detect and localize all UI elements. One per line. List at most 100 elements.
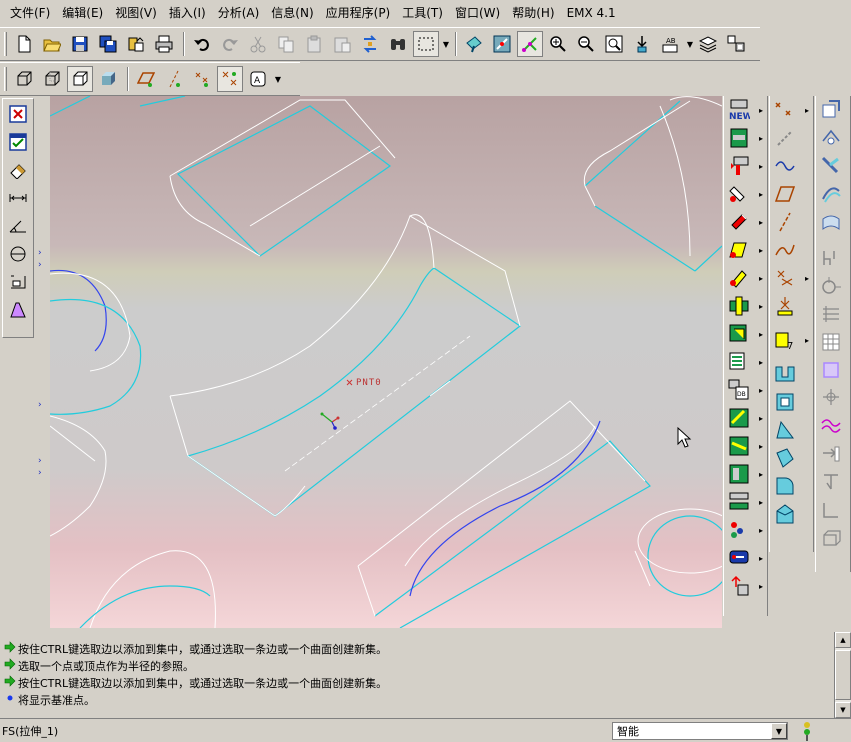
annotation-dropdown-arrow[interactable]: ▼: [273, 66, 283, 92]
chevron-down-icon[interactable]: ▼: [771, 723, 787, 739]
graphics-window[interactable]: PNT0: [50, 96, 722, 628]
copy-surface-tool[interactable]: [816, 524, 850, 552]
datum-point-offset-tool[interactable]: ▸: [770, 264, 813, 292]
edit-hole-tool[interactable]: [770, 360, 813, 388]
menu-help[interactable]: 帮助(H): [506, 0, 560, 26]
helical-sweep-tool[interactable]: ▸: [724, 488, 767, 516]
edit-draft-tool[interactable]: [770, 416, 813, 444]
coordinate-systems-toggle[interactable]: [217, 66, 243, 92]
menu-applications[interactable]: 应用程序(P): [320, 0, 397, 26]
model-tree-button[interactable]: [723, 31, 749, 57]
menu-view[interactable]: 视图(V): [109, 0, 163, 26]
layers-button[interactable]: [695, 31, 721, 57]
edit-rib-tool[interactable]: [770, 500, 813, 528]
sketched-curve-tool[interactable]: [770, 236, 813, 264]
save-copy-button[interactable]: [95, 31, 121, 57]
open-file-button[interactable]: [39, 31, 65, 57]
reorient-button[interactable]: [629, 31, 655, 57]
shading-button[interactable]: [95, 66, 121, 92]
datum-axes-toggle[interactable]: [161, 66, 187, 92]
scroll-thumb[interactable]: [835, 650, 851, 700]
fill-tool[interactable]: [816, 496, 850, 524]
paste-special-button[interactable]: [329, 31, 355, 57]
wrap-tool[interactable]: [816, 468, 850, 496]
datum-plane-tool[interactable]: [770, 180, 813, 208]
regenerate-button[interactable]: [357, 31, 383, 57]
project-tool[interactable]: [816, 440, 850, 468]
chamfer-tool[interactable]: ▸: [724, 208, 767, 236]
measure-distance-button[interactable]: [4, 185, 32, 211]
scroll-up-button[interactable]: ▲: [835, 632, 851, 648]
hole-tool[interactable]: ▸: [724, 152, 767, 180]
new-feature-tool[interactable]: NEW ▸: [724, 96, 767, 124]
surface-grid-tool[interactable]: [816, 328, 850, 356]
round-tool[interactable]: ▸: [724, 180, 767, 208]
trim-tool[interactable]: [816, 124, 850, 152]
udf-tool[interactable]: ▸: [724, 544, 767, 572]
copy-feature-tool[interactable]: DB ▸: [724, 376, 767, 404]
datum-curve-tool[interactable]: [770, 152, 813, 180]
backup-button[interactable]: [123, 31, 149, 57]
menu-analysis[interactable]: 分析(A): [212, 0, 266, 26]
menu-window[interactable]: 窗口(W): [449, 0, 506, 26]
menu-info[interactable]: 信息(N): [265, 0, 319, 26]
redo-button[interactable]: [217, 31, 243, 57]
group-tool[interactable]: ▸: [724, 516, 767, 544]
zoom-in-button[interactable]: [545, 31, 571, 57]
menu-file[interactable]: 文件(F): [4, 0, 56, 26]
toolbar-grip[interactable]: [4, 67, 7, 91]
undo-button[interactable]: [189, 31, 215, 57]
sketch-tool[interactable]: [816, 384, 850, 412]
offset-tool[interactable]: [816, 180, 850, 208]
expand-arrow-icon[interactable]: ›: [38, 456, 42, 466]
expand-arrow-icon[interactable]: ›: [38, 468, 42, 478]
menu-emx[interactable]: EMX 4.1: [561, 0, 622, 26]
selection-dropdown-arrow[interactable]: ▼: [441, 31, 451, 57]
datum-point-tool[interactable]: ▸: [770, 96, 813, 124]
pattern-tool[interactable]: ▸: [724, 320, 767, 348]
expand-arrow-icon[interactable]: ›: [38, 260, 42, 270]
extrude-tool[interactable]: ▸: [724, 124, 767, 152]
datum-points-toggle[interactable]: [189, 66, 215, 92]
repaint-button[interactable]: [461, 31, 487, 57]
menu-edit[interactable]: 编辑(E): [56, 0, 109, 26]
shell-tool[interactable]: ▸: [724, 264, 767, 292]
merge-tool[interactable]: [816, 272, 850, 300]
annotation-display-button[interactable]: A: [245, 66, 271, 92]
saved-views-dropdown-arrow[interactable]: ▼: [685, 31, 695, 57]
find-button[interactable]: [385, 31, 411, 57]
save-button[interactable]: [67, 31, 93, 57]
copy-button[interactable]: [273, 31, 299, 57]
datum-axis-dashed-tool[interactable]: [770, 208, 813, 236]
no-hidden-button[interactable]: [67, 66, 93, 92]
edit-round-tool[interactable]: [770, 444, 813, 472]
scroll-down-button[interactable]: ▼: [835, 702, 851, 718]
analysis-feature-tool[interactable]: 7 ▸: [770, 326, 813, 354]
sweep-tool[interactable]: ▸: [724, 404, 767, 432]
blend-tool[interactable]: ▸: [724, 432, 767, 460]
menu-tools[interactable]: 工具(T): [396, 0, 449, 26]
mirror-tool[interactable]: ▸: [724, 348, 767, 376]
cut-button[interactable]: [245, 31, 271, 57]
boundary-blend-tool[interactable]: [816, 356, 850, 384]
accept-window-button[interactable]: [4, 129, 32, 155]
paste-button[interactable]: [301, 31, 327, 57]
solidify-tool[interactable]: [816, 244, 850, 272]
thicken-tool[interactable]: [816, 208, 850, 236]
print-button[interactable]: [151, 31, 177, 57]
saved-views-button[interactable]: AB: [657, 31, 683, 57]
datum-csys-tool[interactable]: [770, 292, 813, 320]
wireframe-button[interactable]: [11, 66, 37, 92]
expand-arrow-icon[interactable]: ›: [38, 400, 42, 410]
eraser-button[interactable]: [4, 157, 32, 183]
refit-button[interactable]: [601, 31, 627, 57]
measure-angle-button[interactable]: [4, 213, 32, 239]
zoom-out-button[interactable]: [573, 31, 599, 57]
message-scrollbar[interactable]: ▲ ▼: [834, 632, 851, 718]
toolbar-grip[interactable]: [4, 32, 7, 56]
expand-arrow-icon[interactable]: ›: [38, 248, 42, 258]
traffic-light-icon[interactable]: [800, 721, 814, 741]
measure-diameter-button[interactable]: [4, 241, 32, 267]
model-analysis-button[interactable]: [4, 297, 32, 323]
edit-chamfer-tool[interactable]: [770, 472, 813, 500]
